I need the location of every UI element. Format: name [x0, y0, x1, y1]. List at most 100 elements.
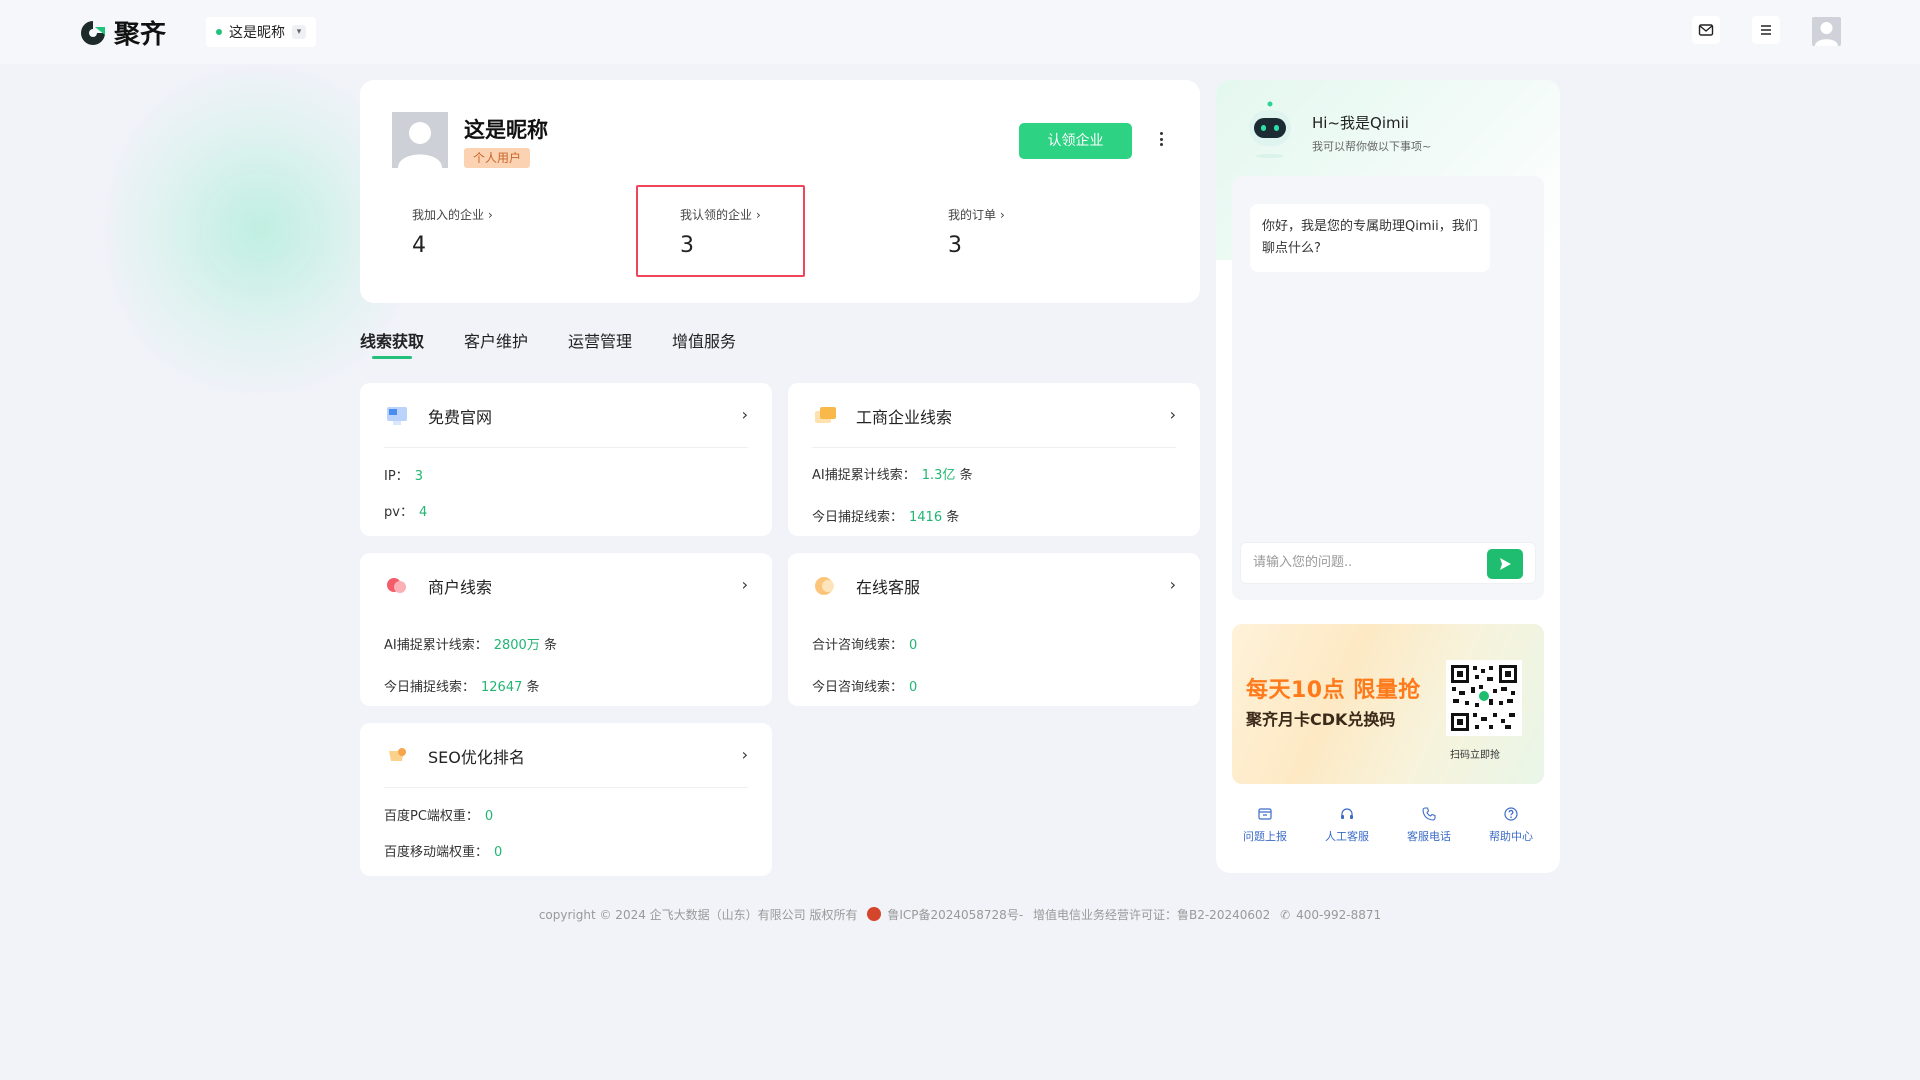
card-online-service[interactable]: 在线客服 › 合计咨询线索： 0 今日咨询线索： 0 — [788, 553, 1200, 706]
assistant-panel: Hi~我是Qimii 我可以帮你做以下事项~ 你好，我是您的专属助理Qimii，… — [1216, 80, 1560, 873]
merchant-leads-icon — [387, 578, 406, 593]
mail-button[interactable] — [1692, 16, 1720, 44]
metric-row: AI捕捉累计线索： 2800万 条 — [384, 638, 557, 653]
metric-row: 百度移动端权重： 0 — [384, 845, 503, 860]
card-title: 免费官网 — [428, 408, 493, 427]
nickname-switcher[interactable]: 这是昵称 ▾ — [206, 17, 316, 47]
send-button[interactable] — [1487, 549, 1523, 579]
police-badge-icon — [867, 907, 882, 921]
avatar-placeholder-icon — [398, 122, 442, 168]
website-icon — [387, 407, 407, 425]
tab-value-added[interactable]: 增值服务 — [672, 328, 736, 360]
promo-banner[interactable]: 每天10点 限量抢 聚齐月卡CDK兑换码 扫码立即抢 — [1232, 624, 1544, 784]
tool-label: 人工客服 — [1325, 830, 1369, 843]
tool-label: 问题上报 — [1243, 830, 1287, 843]
headset-icon — [1341, 808, 1353, 819]
metric-row: pv： 4 — [384, 505, 428, 520]
stat-value: 4 — [412, 233, 426, 258]
chat-messages: 你好，我是您的专属助理Qimii，我们聊点什么? — [1232, 176, 1544, 600]
promo-headline: 每天10点 限量抢 — [1246, 678, 1421, 703]
online-dot — [216, 29, 222, 35]
stat-label: 我的订单 — [948, 208, 997, 222]
divider — [384, 787, 748, 788]
avatar-placeholder-icon — [1815, 22, 1838, 46]
metric-row: IP： 3 — [384, 469, 423, 484]
card-seo-ranking[interactable]: SEO优化排名 › 百度PC端权重： 0 百度移动端权重： 0 — [360, 723, 772, 876]
brand-logo[interactable]: 聚齐 — [78, 14, 166, 51]
metric-row: 合计咨询线索： 0 — [812, 638, 918, 653]
card-title: 商户线索 — [428, 578, 493, 597]
profile-avatar[interactable] — [392, 112, 448, 168]
metric-row: 今日捕捉线索： 1416 条 — [812, 510, 960, 525]
claim-enterprise-button[interactable]: 认领企业 — [1019, 123, 1132, 159]
menu-button[interactable] — [1752, 16, 1780, 44]
online-service-icon — [815, 577, 834, 595]
user-avatar[interactable] — [1812, 17, 1841, 46]
brand-logo-icon — [81, 20, 105, 45]
assistant-subtitle: 我可以帮你做以下事项~ — [1312, 140, 1432, 153]
robot-icon — [1249, 101, 1291, 158]
user-type-badge: 个人用户 — [464, 148, 531, 168]
assistant-greeting: Hi~我是Qimii — [1312, 114, 1409, 132]
chevron-right-icon: › — [1000, 207, 1005, 222]
promo-subline: 聚齐月卡CDK兑换码 — [1246, 710, 1396, 729]
copyright-text: copyright © 2024 企飞大数据（山东）有限公司 版权所有 — [538, 908, 858, 922]
chevron-right-icon: › — [741, 575, 748, 594]
category-tabs: 线索获取 客户维护 运营管理 增值服务 — [360, 328, 776, 360]
footer-phone: 400-992-8871 — [1296, 908, 1382, 922]
assistant-tools: 问题上报 人工客服 客服电话 帮助中心 — [1224, 806, 1552, 844]
divider — [384, 447, 748, 448]
report-icon — [1258, 808, 1272, 820]
chevron-right-icon: › — [741, 745, 748, 764]
chevron-right-icon: › — [1169, 405, 1176, 424]
help-icon — [1504, 807, 1518, 821]
tool-label: 客服电话 — [1407, 830, 1451, 843]
business-leads-icon — [815, 407, 836, 423]
card-business-leads[interactable]: 工商企业线索 › AI捕捉累计线索： 1.3亿 条 今日捕捉线索： 1416 条 — [788, 383, 1200, 536]
card-title: 在线客服 — [856, 578, 921, 597]
divider — [812, 447, 1176, 448]
tool-service-phone[interactable]: 客服电话 — [1388, 806, 1470, 844]
highlight-box — [636, 185, 805, 277]
qr-code-icon — [1449, 663, 1519, 733]
card-title: 工商企业线索 — [856, 408, 953, 427]
phone-icon — [1422, 807, 1436, 821]
brand-name: 聚齐 — [114, 20, 167, 50]
license-text: 增值电信业务经营许可证：鲁B2-20240602 — [1032, 908, 1271, 922]
more-options-icon[interactable] — [1157, 128, 1165, 150]
qr-caption: 扫码立即抢 — [1450, 750, 1500, 761]
chevron-right-icon: › — [1169, 575, 1176, 594]
tool-help-center[interactable]: 帮助中心 — [1470, 806, 1552, 844]
phone-icon: ✆ — [1280, 908, 1291, 922]
chevron-right-icon: › — [488, 207, 493, 222]
metric-row: 今日捕捉线索： 12647 条 — [384, 680, 540, 695]
stat-joined-enterprises[interactable]: 我加入的企业 › 4 — [412, 206, 493, 259]
metric-row: AI捕捉累计线索： 1.3亿 条 — [812, 468, 973, 483]
tool-label: 帮助中心 — [1489, 830, 1533, 843]
profile-name: 这是昵称 — [464, 118, 548, 142]
card-title: SEO优化排名 — [428, 748, 525, 767]
metric-row: 百度PC端权重： 0 — [384, 809, 494, 824]
mail-icon — [1698, 24, 1714, 36]
page-footer: copyright © 2024 企飞大数据（山东）有限公司 版权所有 鲁ICP… — [0, 906, 1920, 923]
qr-code — [1446, 660, 1522, 736]
seo-icon — [389, 748, 406, 761]
chat-input-box — [1240, 542, 1536, 584]
tool-human-service[interactable]: 人工客服 — [1306, 806, 1388, 844]
card-merchant-leads[interactable]: 商户线索 › AI捕捉累计线索： 2800万 条 今日捕捉线索： 12647 条 — [360, 553, 772, 706]
chevron-right-icon: › — [741, 405, 748, 424]
chevron-down-icon: ▾ — [292, 25, 306, 39]
stat-value: 3 — [948, 233, 962, 258]
tab-customer-maintenance[interactable]: 客户维护 — [464, 328, 528, 360]
card-free-website[interactable]: 免费官网 › IP： 3 pv： 4 — [360, 383, 772, 536]
send-icon — [1500, 558, 1511, 570]
tool-report-issue[interactable]: 问题上报 — [1224, 806, 1306, 844]
stat-label: 我加入的企业 — [412, 208, 485, 222]
chat-input[interactable] — [1253, 555, 1473, 570]
top-bar: 聚齐 这是昵称 ▾ — [0, 0, 1920, 64]
nickname-label: 这是昵称 — [229, 25, 285, 41]
icp-link[interactable]: 鲁ICP备2024058728号- — [887, 908, 1023, 922]
tab-operations[interactable]: 运营管理 — [568, 328, 632, 360]
stat-my-orders[interactable]: 我的订单 › 3 — [948, 206, 1005, 259]
tab-lead-acquisition[interactable]: 线索获取 — [360, 328, 424, 360]
